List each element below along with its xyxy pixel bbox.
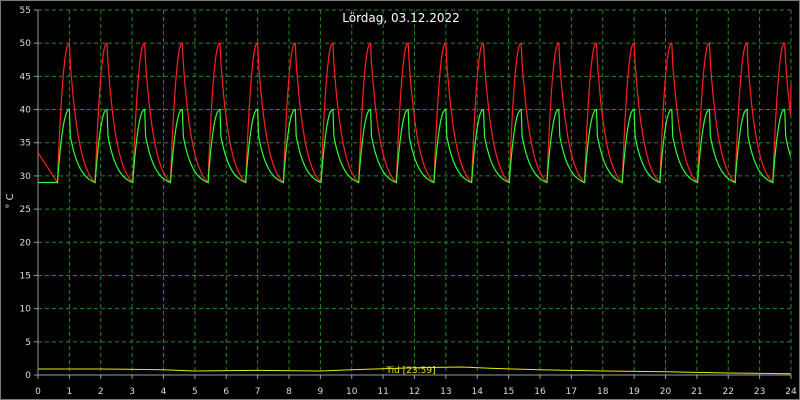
time-annotation: Tid [23:59]	[385, 366, 435, 376]
x-tick-label: 10	[346, 387, 358, 397]
x-tick-label: 23	[754, 387, 765, 397]
x-tick-label: 24	[785, 387, 797, 397]
temperature-chart: 0 1 2 3 4 5 6 7 8 9 10 11 12 13 14 15 16 17 18 19 20 21 22 23 24…	[5, 6, 797, 397]
x-tick-label: 1	[67, 387, 73, 397]
x-tick-label: 5	[192, 387, 198, 397]
y-tick-label: 50	[20, 39, 32, 49]
chart-title: Lördag, 03.12.2022	[342, 11, 459, 25]
x-tick-label: 13	[440, 387, 451, 397]
x-tick-label: 20	[660, 387, 672, 397]
y-tick-label: 35	[20, 139, 31, 149]
series-line-red	[37, 42, 792, 185]
chart-frame: 0 1 2 3 4 5 6 7 8 9 10 11 12 13 14 15 16 17 18 19 20 21 22 23 24…	[0, 0, 800, 400]
x-tick-label: 3	[129, 387, 135, 397]
x-tick-label: 22	[723, 387, 734, 397]
x-tick-label: 14	[472, 387, 484, 397]
x-tick-label: 11	[377, 387, 388, 397]
tick-labels: 0 1 2 3 4 5 6 7 8 9 10 11 12 13 14 15 16 17 18 19 20 21 22 23 24…	[20, 6, 797, 397]
x-tick-label: 0	[35, 387, 41, 397]
x-tick-label: 6	[223, 387, 229, 397]
y-tick-label: 0	[25, 371, 31, 381]
x-tick-label: 17	[566, 387, 577, 397]
grid	[38, 9, 792, 375]
x-tick-label: 2	[98, 387, 104, 397]
y-tick-label: 20	[20, 238, 32, 248]
axes	[34, 9, 792, 379]
y-tick-label: 10	[20, 305, 32, 315]
x-tick-label: 15	[503, 387, 514, 397]
y-tick-label: 55	[20, 6, 31, 16]
x-tick-label: 9	[318, 387, 324, 397]
y-tick-label: 45	[20, 72, 31, 82]
x-tick-label: 4	[161, 387, 167, 397]
y-tick-label: 40	[20, 106, 32, 116]
x-tick-label: 18	[597, 387, 609, 397]
x-tick-label: 21	[691, 387, 702, 397]
y-axis-label: ° C	[5, 193, 16, 208]
x-tick-label: 8	[286, 387, 292, 397]
y-tick-label: 30	[20, 172, 32, 182]
y-tick-label: 15	[20, 271, 31, 281]
x-tick-label: 12	[409, 387, 420, 397]
y-tick-label: 25	[20, 205, 31, 215]
x-tick-label: 19	[628, 387, 640, 397]
y-tick-label: 5	[25, 338, 31, 348]
x-tick-label: 7	[255, 387, 261, 397]
x-tick-label: 16	[534, 387, 546, 397]
